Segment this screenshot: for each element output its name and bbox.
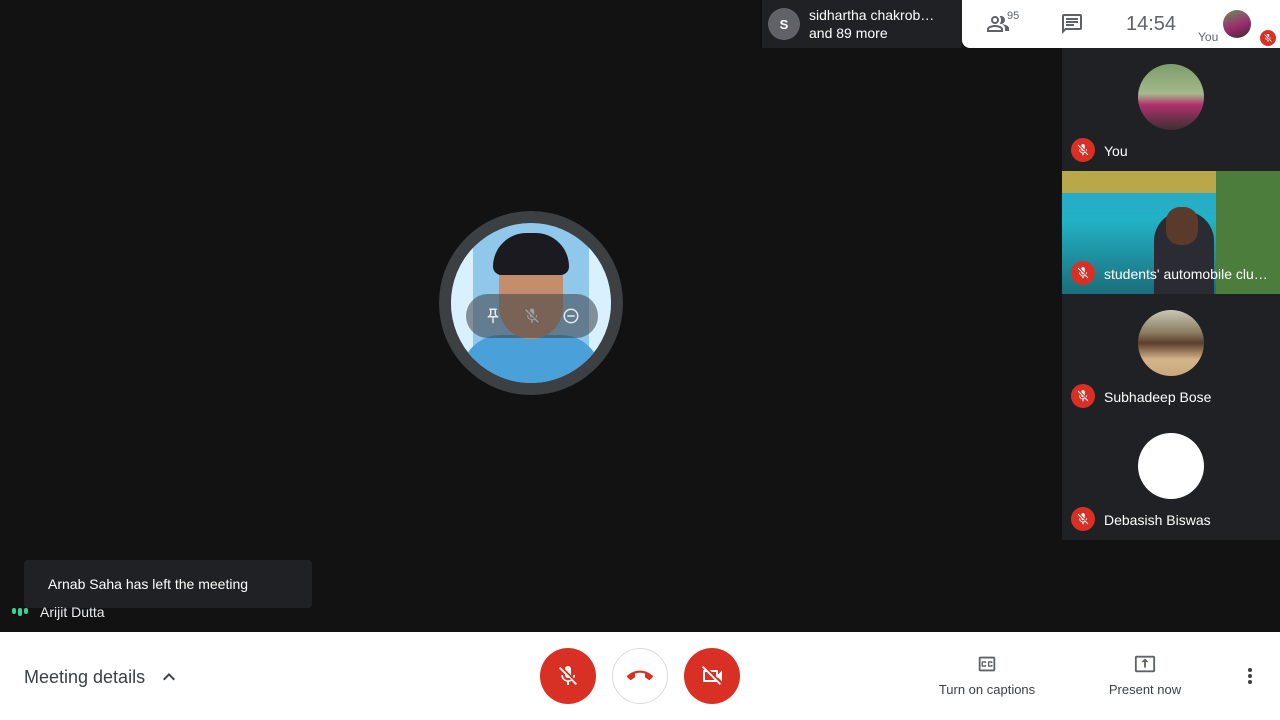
active-speaker-label: Arijit Dutta: [12, 604, 105, 620]
participant-name: Debasish Biswas: [1104, 512, 1211, 528]
more-options-button[interactable]: [1238, 664, 1262, 688]
self-label: You: [1198, 30, 1219, 44]
mic-off-icon: [1071, 261, 1095, 285]
top-toolbar: 95 14:54 You: [962, 0, 1280, 48]
mic-off-icon: [1071, 384, 1095, 408]
mic-off-icon: [1071, 138, 1095, 162]
participant-avatar: [1138, 64, 1204, 130]
presenter-more: and 89 more: [809, 25, 888, 41]
captions-icon: [975, 652, 999, 676]
meeting-stage: S sidhartha chakrob… and 89 more 95 14:5…: [0, 0, 1280, 720]
presenter-text: sidhartha chakrob… and 89 more: [809, 6, 934, 42]
active-speaker-name: Arijit Dutta: [40, 604, 105, 620]
participant-tile[interactable]: students' automobile clu…: [1062, 171, 1280, 294]
participant-name: You: [1104, 143, 1128, 159]
captions-button[interactable]: Turn on captions: [928, 652, 1046, 697]
people-button[interactable]: 95: [986, 10, 1020, 36]
toggle-mic-button[interactable]: [540, 648, 596, 704]
present-label: Present now: [1108, 682, 1182, 697]
chevron-up-icon: [163, 673, 176, 681]
self-avatar[interactable]: [1223, 10, 1251, 38]
participant-name: students' automobile clu…: [1104, 266, 1268, 282]
more-vert-icon: [1248, 668, 1252, 684]
mute-participant-button[interactable]: [520, 304, 544, 328]
speaking-indicator-icon: [12, 608, 28, 616]
toggle-camera-button[interactable]: [684, 648, 740, 704]
participant-avatar: [1138, 433, 1204, 499]
present-icon: [1133, 652, 1157, 676]
call-end-icon: [627, 670, 653, 681]
participant-tile[interactable]: Debasish Biswas: [1062, 417, 1280, 540]
leave-call-button[interactable]: [612, 648, 668, 704]
chat-icon: [1062, 14, 1082, 34]
toast-text: Arnab Saha has left the meeting: [48, 576, 249, 592]
present-button[interactable]: Present now: [1098, 652, 1192, 697]
presenter-chip[interactable]: S sidhartha chakrob… and 89 more: [762, 0, 962, 48]
mic-off-icon: [1071, 507, 1095, 531]
meeting-details-label: Meeting details: [24, 666, 146, 687]
presenter-name: sidhartha chakrob…: [809, 7, 935, 23]
mic-off-icon: [525, 308, 539, 323]
presenter-avatar: S: [768, 8, 800, 40]
remove-participant-button[interactable]: [559, 304, 583, 328]
participant-name: Subhadeep Bose: [1104, 389, 1212, 405]
notification-toast: Arnab Saha has left the meeting: [24, 560, 312, 608]
participant-tiles: You students' automobile clu… Subhadeep …: [1062, 48, 1280, 540]
self-mic-off-icon: [1260, 30, 1276, 46]
mic-off-icon: [559, 666, 577, 685]
people-count: 95: [1007, 10, 1020, 22]
chat-button[interactable]: [1060, 12, 1084, 36]
tile-hover-controls: [466, 294, 598, 338]
captions-label: Turn on captions: [938, 682, 1036, 697]
minus-circle-icon: [563, 308, 579, 324]
videocam-off-icon: [702, 666, 722, 685]
participant-tile[interactable]: Subhadeep Bose: [1062, 294, 1280, 417]
meeting-details-button[interactable]: Meeting details: [24, 665, 181, 689]
meeting-clock: 14:54: [1126, 13, 1177, 35]
bottom-toolbar: Meeting details Turn on captions Present…: [0, 632, 1280, 720]
pin-button[interactable]: [481, 304, 505, 328]
pin-icon: [488, 308, 499, 324]
participant-tile[interactable]: You: [1062, 48, 1280, 171]
participant-avatar: [1138, 310, 1204, 376]
